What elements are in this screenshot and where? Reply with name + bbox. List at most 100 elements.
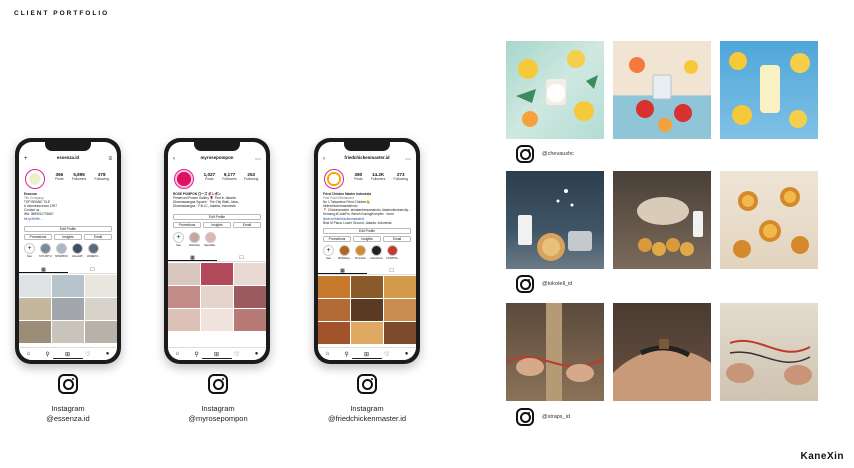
avatar[interactable] [25,169,45,189]
post-thumbnail[interactable] [234,263,266,285]
highlight-item[interactable]: A POPPOL... [386,245,399,260]
edit-profile-button[interactable]: Edit Profile [173,214,261,220]
tagged-icon[interactable]: ☐ [367,267,416,274]
highlight-item[interactable]: #FCMstory... [338,245,351,260]
post-thumbnail[interactable] [351,276,383,298]
tagged-icon[interactable]: ☐ [68,266,117,273]
add-post-icon[interactable]: ⊞ [214,351,219,358]
heart-icon[interactable]: ♡ [234,351,239,358]
search-icon[interactable]: ⚲ [45,351,49,358]
insights-button[interactable]: Insights [353,236,381,242]
photo-lemon-drink [720,41,818,139]
stat-followers[interactable]: 9,177 Followers [222,172,237,181]
promotions-button[interactable]: Promotions [323,236,351,242]
promotions-button[interactable]: Promotions [173,222,201,228]
stat-posts[interactable]: 380 Posts [354,172,362,181]
email-button[interactable]: Email [84,234,112,240]
stat-posts[interactable]: 1,027 Posts [204,172,216,181]
search-icon[interactable]: ⚲ [194,351,198,358]
profile-bio: ROSE POMPON ローズ ポンポン Preserved Flower Ga… [173,192,241,209]
post-thumbnail[interactable] [52,275,84,297]
post-thumbnail[interactable] [384,322,416,344]
home-icon[interactable]: ⌂ [176,351,180,357]
instagram-profile-screen: ‹ myrosepompon ⋯ 1,027 Posts 9,177 Followe… [168,142,266,360]
post-thumbnail[interactable] [168,286,200,308]
post-thumbnail[interactable] [168,263,200,285]
highlight-new[interactable]: + New [23,243,36,258]
post-thumbnail[interactable] [351,322,383,344]
post-thumbnail[interactable] [351,299,383,321]
post-thumbnail[interactable] [234,286,266,308]
add-post-icon[interactable]: ⊞ [364,351,369,358]
photo-row-label: @tokotell_id [516,275,572,293]
edit-profile-button[interactable]: Edit Profile [24,226,112,232]
insights-button[interactable]: Insights [54,234,82,240]
heart-icon[interactable]: ♡ [85,351,90,358]
search-icon[interactable]: ⚲ [344,351,348,358]
stat-posts[interactable]: 366 Posts [55,172,63,181]
email-button[interactable]: Email [233,222,261,228]
more-icon[interactable]: ⋯ [255,156,261,163]
highlight-item[interactable]: Promotion [354,245,367,260]
post-thumbnail[interactable] [234,309,266,331]
stat-followers[interactable]: 5,895 Followers [72,172,87,181]
post-thumbnail[interactable] [85,321,117,343]
photo-row-label: @straps_id [516,408,570,426]
post-thumbnail[interactable] [201,263,233,285]
post-thumbnail[interactable] [201,286,233,308]
home-icon[interactable]: ⌂ [326,351,330,357]
profile-icon[interactable]: ● [106,351,110,357]
stat-followers[interactable]: 14.2K Followers [371,172,386,181]
insights-button[interactable]: Insights [203,222,231,228]
highlight-item[interactable]: SHOWROOM [55,243,68,258]
highlight-item[interactable]: WAREHO... [87,243,100,258]
avatar[interactable] [324,169,344,189]
edit-profile-button[interactable]: Edit Profile [323,228,411,234]
post-grid [318,276,416,344]
post-thumbnail[interactable] [85,275,117,297]
post-thumbnail[interactable] [19,275,51,297]
post-thumbnail[interactable] [318,276,350,298]
add-icon[interactable]: + [24,156,28,162]
home-icon[interactable]: ⌂ [27,351,31,357]
grid-icon[interactable]: ▦ [19,266,68,273]
highlight-item[interactable]: GALLERY [71,243,84,258]
post-thumbnail[interactable] [318,322,350,344]
post-thumbnail[interactable] [384,276,416,298]
tagged-icon[interactable]: ☐ [217,254,266,261]
grid-icon[interactable]: ▦ [318,267,367,274]
stat-following[interactable]: 378 Following [95,172,109,181]
profile-icon[interactable]: ● [405,351,409,357]
highlight-item[interactable]: STYLISH VI... [39,243,52,258]
heart-icon[interactable]: ♡ [384,351,389,358]
highlight-new[interactable]: + New [322,245,335,260]
photo-wrist-strap [613,303,711,401]
menu-icon[interactable]: ≡ [108,156,112,162]
post-thumbnail[interactable] [52,321,84,343]
highlight-item[interactable]: Speciallist... [204,232,217,247]
post-thumbnail[interactable] [19,321,51,343]
more-icon[interactable]: ⋯ [405,156,411,163]
post-thumbnail[interactable] [384,299,416,321]
photo-egg-tarts [720,171,818,269]
post-thumbnail[interactable] [318,299,350,321]
back-icon[interactable]: ‹ [173,156,175,162]
avatar[interactable] [174,169,194,189]
add-post-icon[interactable]: ⊞ [65,351,70,358]
stat-following[interactable]: 253 Following [244,172,258,181]
highlight-item[interactable]: Workshop [188,232,201,247]
post-thumbnail[interactable] [85,298,117,320]
email-button[interactable]: Email [383,236,411,242]
highlight-item[interactable]: Instructions [370,245,383,260]
stat-following[interactable]: 273 Following [394,172,408,181]
post-thumbnail[interactable] [52,298,84,320]
back-icon[interactable]: ‹ [323,156,325,162]
profile-icon[interactable]: ● [255,351,259,357]
photo-baking-hands [613,171,711,269]
post-thumbnail[interactable] [19,298,51,320]
promotions-button[interactable]: Promotions [24,234,52,240]
highlight-new[interactable]: + New [172,232,185,247]
grid-icon[interactable]: ▦ [168,254,217,261]
post-thumbnail[interactable] [168,309,200,331]
post-thumbnail[interactable] [201,309,233,331]
